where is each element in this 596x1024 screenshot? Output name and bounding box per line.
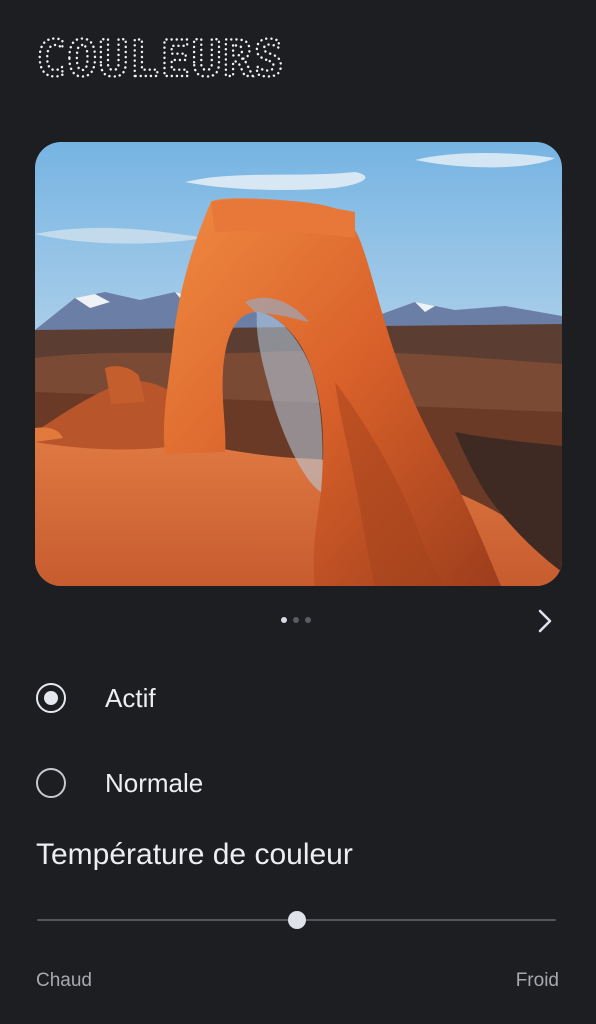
warm-label: Chaud — [36, 970, 92, 991]
pager-dots — [281, 617, 311, 623]
radio-button-selected[interactable] — [36, 683, 66, 713]
slider-thumb[interactable] — [287, 911, 306, 929]
mode-option-normale[interactable]: Normale — [36, 763, 556, 803]
color-temperature-slider[interactable] — [37, 904, 556, 936]
page-title-dotted-text: COULEURS — [35, 29, 285, 89]
radio-button[interactable] — [36, 768, 66, 798]
pager-dot — [305, 617, 311, 623]
preview-image[interactable] — [35, 142, 562, 586]
next-preview-button[interactable] — [528, 602, 562, 640]
mode-option-label: Normale — [105, 767, 204, 798]
page-title: COULEURS — [35, 29, 296, 101]
svg-text:COULEURS: COULEURS — [36, 34, 285, 88]
cool-label: Froid — [515, 970, 559, 991]
pager-dot — [293, 617, 299, 623]
pager-dot-active — [281, 617, 287, 623]
color-temperature-heading: Température de couleur — [36, 838, 353, 871]
mode-option-label: Actif — [105, 682, 156, 713]
chevron-right-icon — [538, 609, 552, 633]
arch-landscape-image — [35, 142, 562, 586]
mode-option-actif[interactable]: Actif — [36, 678, 556, 718]
